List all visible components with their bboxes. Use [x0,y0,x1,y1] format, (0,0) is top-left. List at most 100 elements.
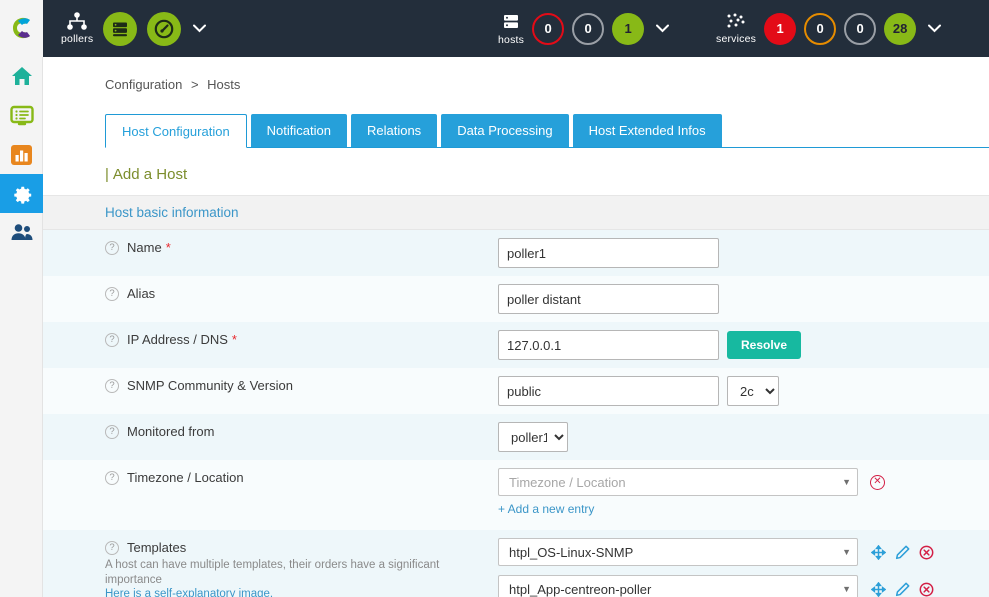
services-counter-ok[interactable]: 28 [884,13,916,45]
template-actions-1 [871,545,934,560]
section-host-basic-information: Host basic information [43,195,989,230]
tab-host-extended-infos[interactable]: Host Extended Infos [573,114,722,147]
server-rack-icon [501,12,521,32]
tab-notification[interactable]: Notification [251,114,347,147]
sidebar [0,57,43,597]
required-marker: * [166,240,171,255]
move-icon[interactable] [871,582,886,597]
alias-input[interactable] [498,284,719,314]
templates-label-line: ? Templates [105,540,186,555]
field-row-snmp: ? SNMP Community & Version 2c [43,368,989,414]
move-icon[interactable] [871,545,886,560]
label-snmp-text: SNMP Community & Version [127,378,293,393]
name-input[interactable] [498,238,719,268]
hosts-counter-unreachable[interactable]: 0 [572,13,604,45]
ip-address-input[interactable] [498,330,719,360]
pollers-dropdown-caret[interactable] [193,24,206,33]
delete-icon[interactable] [919,582,934,597]
delete-circle-icon [919,582,934,597]
services-counter-warning[interactable]: 0 [804,13,836,45]
body-wrapper: Configuration > Hosts Host Configuration… [0,57,989,597]
timezone-combobox[interactable]: Timezone / Location ▼ [498,468,858,496]
template-row: htpl_App-centreon-poller ▼ [498,575,934,597]
delete-icon[interactable] [919,545,934,560]
pollers-indicator[interactable]: pollers [61,12,93,45]
field-row-monitored-from: ? Monitored from poller1 [43,414,989,460]
hosts-group[interactable]: hosts 0 0 1 [498,12,669,46]
help-icon[interactable]: ? [105,287,119,301]
delete-timezone-icon[interactable]: ✕ [870,475,885,490]
users-icon [10,223,34,242]
label-name: ? Name * [43,230,498,265]
tab-relations[interactable]: Relations [351,114,437,147]
services-indicator[interactable]: services [716,13,756,45]
tab-data-processing[interactable]: Data Processing [441,114,568,147]
resolve-button[interactable]: Resolve [727,331,801,359]
edit-icon[interactable] [895,545,910,560]
help-icon[interactable]: ? [105,471,119,485]
chevron-down-icon [656,24,669,33]
help-icon[interactable]: ? [105,425,119,439]
breadcrumb-root[interactable]: Configuration [105,77,182,92]
centreon-logo-icon [10,16,34,41]
chevron-down-icon [193,24,206,33]
services-dropdown-caret[interactable] [928,24,941,33]
tab-host-configuration[interactable]: Host Configuration [105,114,247,148]
timezone-row: Timezone / Location ▼ ✕ [498,468,885,496]
hosts-indicator[interactable]: hosts [498,12,524,46]
services-counter-unknown[interactable]: 0 [844,13,876,45]
services-group[interactable]: services 1 0 0 28 [716,13,941,45]
sidebar-item-reporting[interactable] [0,135,43,174]
chevron-down-icon: ▼ [842,547,851,557]
add-new-entry-link[interactable]: + Add a new entry [498,496,594,522]
field-row-name: ? Name * [43,230,989,276]
app-root: pollers [0,0,989,597]
poller-gauge-status[interactable] [147,12,181,46]
label-alias: ? Alias [43,276,498,311]
poller-database-status[interactable] [103,12,137,46]
sidebar-item-monitoring[interactable] [0,96,43,135]
template-row: htpl_OS-Linux-SNMP ▼ [498,538,934,566]
template-value-1: htpl_OS-Linux-SNMP [509,545,842,560]
services-label: services [716,33,756,45]
template-combobox-1[interactable]: htpl_OS-Linux-SNMP ▼ [498,538,858,566]
template-actions-2 [871,582,934,597]
label-snmp: ? SNMP Community & Version [43,368,498,403]
help-icon[interactable]: ? [105,333,119,347]
label-timezone: ? Timezone / Location [43,460,498,495]
database-status-icon [110,19,130,39]
field-timezone: Timezone / Location ▼ ✕ + Add a new entr… [498,460,989,530]
monitored-from-select[interactable]: poller1 [498,422,568,452]
hosts-dropdown-caret[interactable] [656,24,669,33]
templates-help-link[interactable]: Here is a self-explanatory image. [105,588,273,597]
sidebar-item-administration[interactable] [0,213,43,252]
label-alias-text: Alias [127,286,155,301]
sidebar-item-home[interactable] [0,57,43,96]
pollers-label: pollers [61,33,93,45]
field-monitored-from: poller1 [498,414,989,460]
snmp-community-input[interactable] [498,376,719,406]
field-row-templates: ? Templates A host can have multiple tem… [43,530,989,597]
move-arrows-icon [871,545,886,560]
help-icon[interactable]: ? [105,241,119,255]
home-icon [11,66,33,87]
hosts-counter-down[interactable]: 0 [532,13,564,45]
sidebar-item-configuration[interactable] [0,174,43,213]
gauge-status-icon [153,18,175,40]
template-combobox-2[interactable]: htpl_App-centreon-poller ▼ [498,575,858,597]
hosts-counter-up[interactable]: 1 [612,13,644,45]
label-ip-address: ? IP Address / DNS * [43,322,498,357]
edit-icon[interactable] [895,582,910,597]
top-bar: pollers [0,0,989,57]
help-icon[interactable]: ? [105,379,119,393]
pollers-group[interactable]: pollers [61,12,206,46]
snmp-version-select[interactable]: 2c [727,376,779,406]
field-ip-address: Resolve [498,322,989,368]
centreon-logo[interactable] [0,0,43,57]
sitemap-icon [67,12,87,31]
field-row-alias: ? Alias [43,276,989,322]
breadcrumb-current[interactable]: Hosts [207,77,240,92]
help-icon[interactable]: ? [105,541,119,555]
tab-bar: Host Configuration Notification Relation… [105,114,989,148]
services-counter-critical[interactable]: 1 [764,13,796,45]
